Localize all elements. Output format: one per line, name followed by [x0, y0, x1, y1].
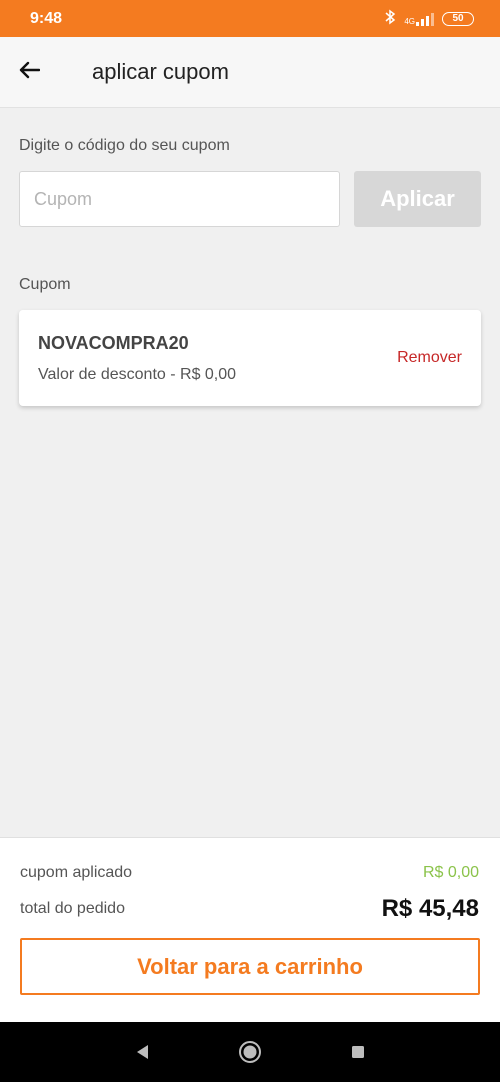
square-recents-icon[interactable] — [343, 1037, 373, 1067]
back-to-cart-button[interactable]: Voltar para a carrinho — [20, 938, 480, 995]
coupon-code: NOVACOMPRA20 — [38, 333, 189, 353]
order-summary-panel: cupom aplicado R$ 0,00 total do pedido R… — [0, 837, 500, 1022]
coupon-input[interactable] — [19, 171, 340, 227]
coupon-discount: Valor de desconto - R$ 0,00 — [38, 366, 237, 383]
page-title: aplicar cupom — [92, 59, 229, 84]
system-nav-bar — [0, 1022, 500, 1082]
applied-coupon-row: cupom aplicado R$ 0,00 — [20, 864, 479, 882]
arrow-left-icon — [18, 61, 41, 84]
order-total-label: total do pedido — [20, 900, 125, 917]
network-type: 4G — [404, 16, 415, 26]
order-total-value: R$ 45,48 — [381, 895, 479, 922]
app-header: aplicar cupom — [0, 37, 500, 108]
coupon-card: NOVACOMPRA20 Valor de desconto - R$ 0,00… — [19, 310, 481, 406]
applied-coupon-label: cupom aplicado — [20, 864, 133, 881]
circle-home-icon[interactable] — [235, 1037, 265, 1067]
triangle-back-icon[interactable] — [127, 1037, 157, 1067]
status-icons: 4G 50 — [384, 9, 474, 28]
status-bar: 9:48 4G 50 — [0, 0, 500, 37]
status-time: 9:48 — [30, 9, 63, 27]
order-total-row: total do pedido R$ 45,48 — [20, 895, 479, 923]
remove-coupon-button[interactable]: Remover — [397, 349, 462, 367]
battery-icon: 50 — [442, 11, 474, 26]
signal-icon: 4G — [404, 12, 434, 26]
apply-button[interactable]: Aplicar — [354, 171, 481, 227]
coupon-section-label: Cupom — [19, 276, 71, 293]
coupon-prompt: Digite o código do seu cupom — [19, 137, 230, 154]
applied-coupon-value: R$ 0,00 — [422, 864, 479, 881]
bluetooth-icon — [384, 9, 396, 28]
back-button[interactable] — [0, 37, 58, 108]
